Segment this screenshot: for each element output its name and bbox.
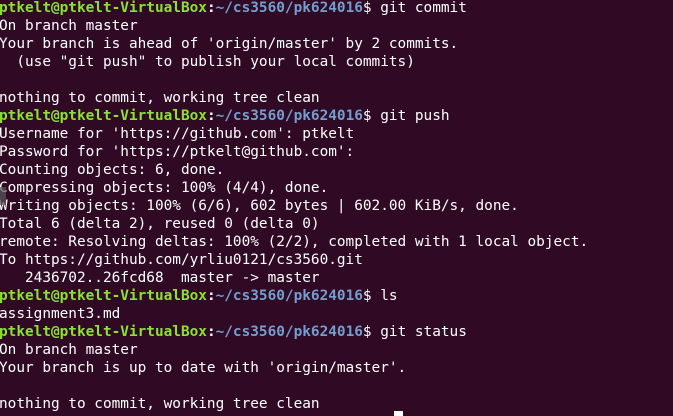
prompt-line: ptkelt@ptkelt-VirtualBox:~/cs3560/pk6240… bbox=[0, 323, 588, 341]
output-line: To https://github.com/yrliu0121/cs3560.g… bbox=[0, 251, 588, 269]
prompt-user-host: ptkelt@ptkelt-VirtualBox bbox=[0, 288, 207, 304]
output-text: nothing to commit, working tree clean bbox=[0, 396, 320, 412]
terminal-output: ptkelt@ptkelt-VirtualBox:~/cs3560/pk6240… bbox=[0, 0, 588, 413]
prompt-path: ~/cs3560/pk624016 bbox=[215, 324, 363, 340]
output-line: (use "git push" to publish your local co… bbox=[0, 53, 588, 71]
output-line: nothing to commit, working tree clean bbox=[0, 89, 588, 107]
scroll-position-marker bbox=[0, 187, 6, 205]
prompt-symbol: $ bbox=[362, 0, 372, 16]
output-line: Counting objects: 6, done. bbox=[0, 161, 588, 179]
output-text: remote: Resolving deltas: 100% (2/2), co… bbox=[0, 234, 589, 250]
terminal-window[interactable]: ptkelt@ptkelt-VirtualBox:~/cs3560/pk6240… bbox=[0, 0, 673, 416]
output-text: To https://github.com/yrliu0121/cs3560.g… bbox=[0, 252, 363, 268]
output-line: Compressing objects: 100% (4/4), done. bbox=[0, 179, 588, 197]
output-text: assignment3.md bbox=[0, 306, 121, 322]
prompt-path: ~/cs3560/pk624016 bbox=[215, 288, 363, 304]
output-text: Counting objects: 6, done. bbox=[0, 162, 225, 178]
command-text: git push bbox=[371, 108, 450, 124]
output-text: Your branch is up to date with 'origin/m… bbox=[0, 360, 407, 376]
prompt-user-host: ptkelt@ptkelt-VirtualBox bbox=[0, 108, 207, 124]
prompt-symbol: $ bbox=[362, 324, 372, 340]
command-text: git commit bbox=[371, 0, 467, 16]
text-cursor bbox=[394, 411, 403, 416]
output-line: assignment3.md bbox=[0, 305, 588, 323]
prompt-separator: : bbox=[206, 288, 216, 304]
output-line: Your branch is up to date with 'origin/m… bbox=[0, 359, 588, 377]
output-text: Password for 'https://ptkelt@github.com'… bbox=[0, 144, 355, 160]
output-line: remote: Resolving deltas: 100% (2/2), co… bbox=[0, 233, 588, 251]
output-text: 2436702..26fcd68 master -> master bbox=[0, 270, 320, 286]
prompt-symbol: $ bbox=[362, 288, 372, 304]
output-text: (use "git push" to publish your local co… bbox=[0, 54, 415, 70]
output-line: On branch master bbox=[0, 341, 588, 359]
output-line: Writing objects: 100% (6/6), 602 bytes |… bbox=[0, 197, 588, 215]
output-line: Your branch is ahead of 'origin/master' … bbox=[0, 35, 588, 53]
output-text: Compressing objects: 100% (4/4), done. bbox=[0, 180, 329, 196]
prompt-symbol: $ bbox=[362, 108, 372, 124]
prompt-path: ~/cs3560/pk624016 bbox=[215, 0, 363, 16]
prompt-user-host: ptkelt@ptkelt-VirtualBox bbox=[0, 324, 207, 340]
output-text: Writing objects: 100% (6/6), 602 bytes |… bbox=[0, 198, 519, 214]
prompt-user-host: ptkelt@ptkelt-VirtualBox bbox=[0, 0, 207, 16]
output-text: Total 6 (delta 2), reused 0 (delta 0) bbox=[0, 216, 320, 232]
prompt-separator: : bbox=[206, 108, 216, 124]
command-text: git status bbox=[371, 324, 467, 340]
output-text: Your branch is ahead of 'origin/master' … bbox=[0, 36, 459, 52]
command-text: ls bbox=[371, 288, 398, 304]
output-line: Total 6 (delta 2), reused 0 (delta 0) bbox=[0, 215, 588, 233]
prompt-path: ~/cs3560/pk624016 bbox=[215, 108, 363, 124]
output-line: On branch master bbox=[0, 17, 588, 35]
prompt-line: ptkelt@ptkelt-VirtualBox:~/cs3560/pk6240… bbox=[0, 107, 588, 125]
prompt-separator: : bbox=[206, 0, 216, 16]
output-text: Username for 'https://github.com': ptkel… bbox=[0, 126, 355, 142]
output-text: nothing to commit, working tree clean bbox=[0, 90, 320, 106]
output-line: Username for 'https://github.com': ptkel… bbox=[0, 125, 588, 143]
output-line: nothing to commit, working tree clean bbox=[0, 395, 588, 413]
output-text: On branch master bbox=[0, 18, 138, 34]
output-line: Password for 'https://ptkelt@github.com'… bbox=[0, 143, 588, 161]
prompt-separator: : bbox=[206, 324, 216, 340]
output-text: On branch master bbox=[0, 342, 138, 358]
output-line: 2436702..26fcd68 master -> master bbox=[0, 269, 588, 287]
prompt-line: ptkelt@ptkelt-VirtualBox:~/cs3560/pk6240… bbox=[0, 0, 588, 17]
prompt-line: ptkelt@ptkelt-VirtualBox:~/cs3560/pk6240… bbox=[0, 287, 588, 305]
